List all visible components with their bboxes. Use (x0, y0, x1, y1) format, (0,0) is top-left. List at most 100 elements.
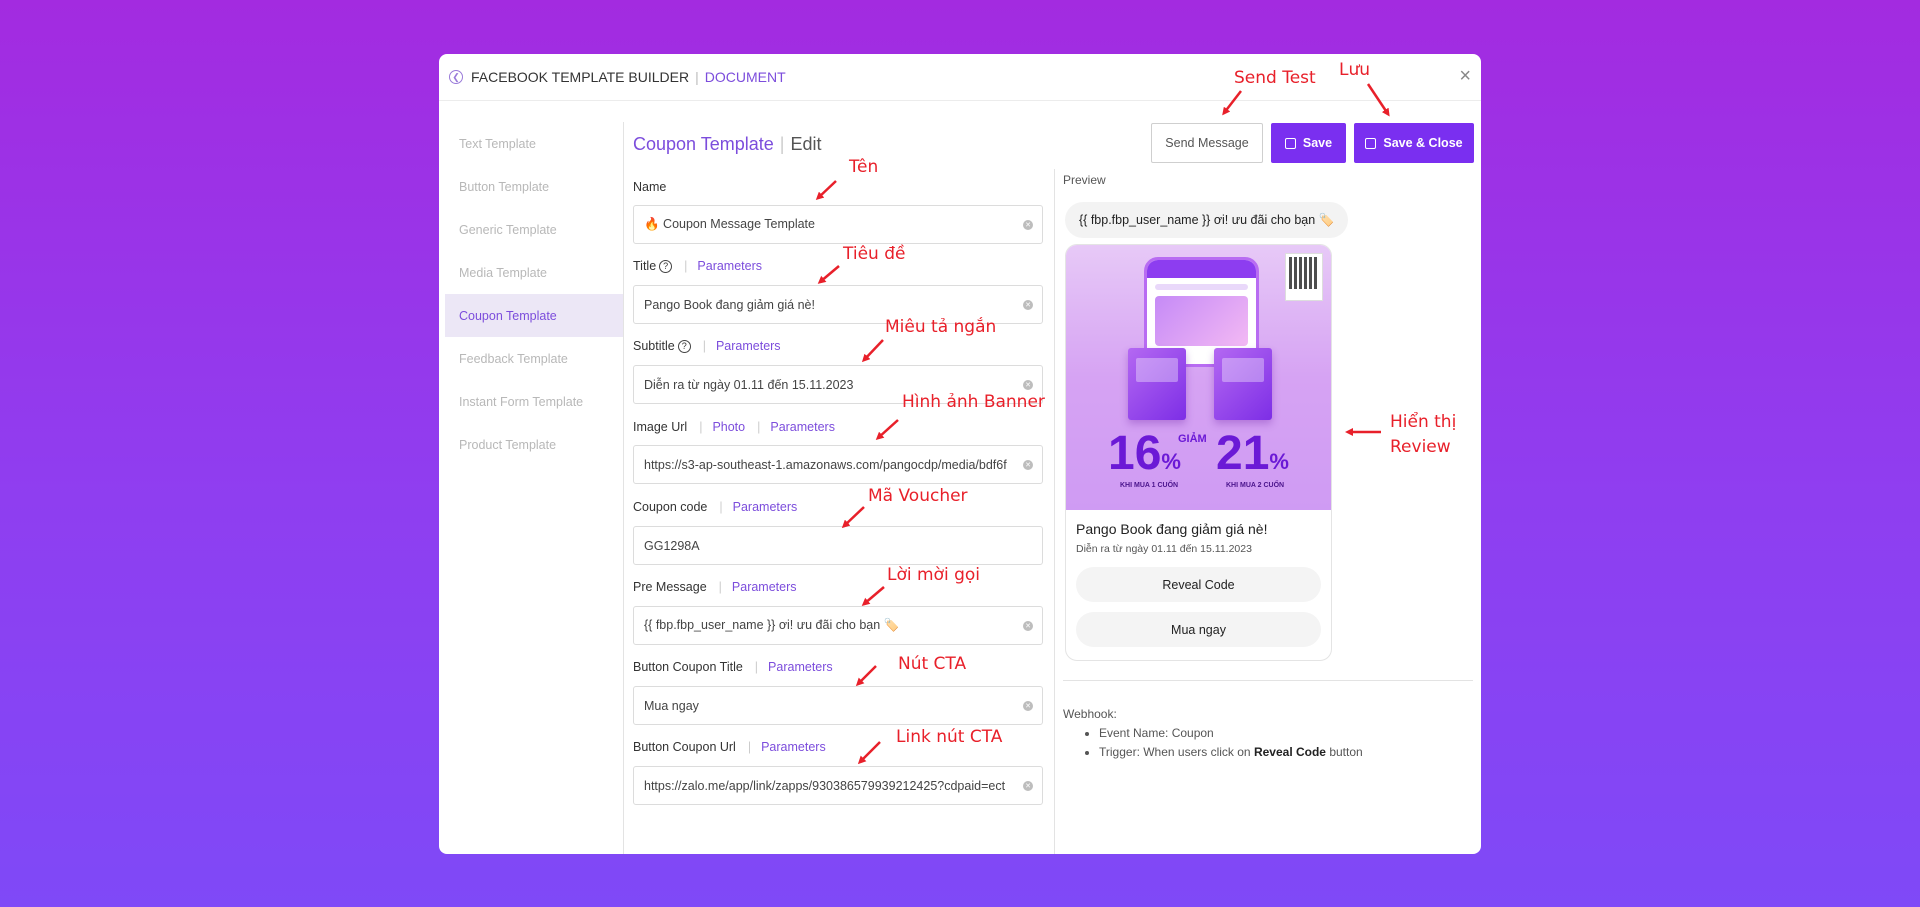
sidebar-item-text-template[interactable]: Text Template (445, 122, 623, 165)
banner-percent-1: 16% (1108, 430, 1181, 478)
coupon-code-parameters-link[interactable]: Parameters (733, 500, 798, 514)
name-label: Name (633, 180, 666, 194)
document-link[interactable]: DOCUMENT (705, 69, 786, 85)
sidebar-item-instant-form-template[interactable]: Instant Form Template (445, 380, 623, 423)
help-icon[interactable]: ? (659, 259, 673, 273)
subtitle-parameters-link[interactable]: Parameters (716, 339, 781, 353)
annotation-ma-voucher: Mã Voucher (868, 486, 968, 506)
label-separator: | (684, 259, 688, 273)
sidebar-item-coupon-template[interactable]: Coupon Template (445, 294, 623, 337)
image-url-label: Image Url | Photo | Parameters (633, 420, 835, 434)
percent-sign: % (1161, 449, 1181, 474)
button-coupon-title-parameters-link[interactable]: Parameters (768, 660, 833, 674)
clear-icon[interactable]: ✕ (1023, 621, 1033, 631)
coupon-code-input[interactable]: GG1298A (633, 526, 1043, 565)
pre-message-bubble: {{ fbp.fbp_user_name }} ơi! ưu đãi cho b… (1065, 202, 1349, 238)
clear-icon[interactable]: ✕ (1023, 460, 1033, 470)
annotation-luu: Lưu (1339, 60, 1371, 80)
webhook-trigger: Trigger: When users click on Reveal Code… (1099, 743, 1363, 762)
annotation-ten: Tên (849, 157, 879, 177)
annotation-review: Review (1390, 437, 1451, 457)
annotation-hien-thi: Hiển thị (1390, 412, 1457, 432)
coupon-preview-card: GIẢM 16% 21% KHI MUA 1 CUỐN KHI MUA 2 CU… (1065, 244, 1332, 661)
banner-percent-1-value: 16 (1108, 427, 1162, 480)
name-input[interactable]: 🔥 Coupon Message Template ✕ (633, 205, 1043, 244)
label-separator: | (754, 660, 759, 674)
title-parameters-link[interactable]: Parameters (697, 259, 762, 273)
save-icon (1365, 137, 1377, 149)
close-icon[interactable]: × (1459, 66, 1471, 86)
button-coupon-url-label-text: Button Coupon Url (633, 740, 736, 754)
annotation-mieu-ta: Miêu tả ngắn (885, 317, 997, 337)
image-url-value: https://s3-ap-southeast-1.amazonaws.com/… (644, 457, 1007, 472)
button-coupon-url-label: Button Coupon Url | Parameters (633, 740, 826, 754)
subtitle-value: Diễn ra từ ngày 01.11 đến 15.11.2023 (644, 377, 854, 392)
annotation-hinh-anh: Hình ảnh Banner (902, 392, 1045, 412)
trigger-suffix: button (1329, 745, 1363, 759)
annotation-link-cta: Link nút CTA (896, 727, 1003, 747)
modal-header: ❮ FACEBOOK TEMPLATE BUILDER | DOCUMENT × (439, 54, 1481, 101)
pre-message-value: {{ fbp.fbp_user_name }} ơi! ưu đãi cho b… (644, 618, 900, 632)
form-title-template: Coupon Template (633, 134, 774, 154)
header-title: FACEBOOK TEMPLATE BUILDER (471, 69, 690, 85)
save-close-button[interactable]: Save & Close (1354, 123, 1474, 163)
button-coupon-title-input[interactable]: Mua ngay ✕ (633, 686, 1043, 725)
mua-ngay-button[interactable]: Mua ngay (1076, 612, 1321, 647)
card-subtitle: Diễn ra từ ngày 01.11 đến 15.11.2023 (1076, 543, 1252, 555)
label-separator: | (719, 500, 723, 514)
book-cover (1214, 348, 1272, 420)
sidebar-item-generic-template[interactable]: Generic Template (445, 208, 623, 251)
preview-divider (1054, 169, 1055, 854)
pre-message-label: Pre Message | Parameters (633, 580, 797, 594)
save-button[interactable]: Save (1271, 123, 1346, 163)
clear-icon[interactable]: ✕ (1023, 380, 1033, 390)
image-url-input[interactable]: https://s3-ap-southeast-1.amazonaws.com/… (633, 445, 1043, 484)
image-url-parameters-link[interactable]: Parameters (770, 420, 835, 434)
help-icon[interactable]: ? (677, 339, 691, 353)
preview-label: Preview (1063, 173, 1106, 187)
label-separator: | (702, 339, 706, 353)
banner-giam: GIẢM (1178, 433, 1207, 445)
annotation-nut-cta: Nút CTA (898, 654, 967, 674)
name-value: 🔥 Coupon Message Template (644, 217, 815, 231)
sidebar-item-product-template[interactable]: Product Template (445, 423, 623, 466)
clear-icon[interactable]: ✕ (1023, 300, 1033, 310)
annotation-tieu-de: Tiêu đề (843, 244, 906, 264)
coupon-code-value: GG1298A (644, 538, 700, 553)
clear-icon[interactable]: ✕ (1023, 781, 1033, 791)
save-label: Save (1302, 136, 1333, 150)
photo-link[interactable]: Photo (712, 420, 745, 434)
button-coupon-title-label: Button Coupon Title | Parameters (633, 660, 833, 674)
subtitle-label-text: Subtitle (633, 339, 675, 353)
button-coupon-url-parameters-link[interactable]: Parameters (761, 740, 826, 754)
pre-message-input[interactable]: {{ fbp.fbp_user_name }} ơi! ưu đãi cho b… (633, 606, 1043, 645)
sidebar-item-feedback-template[interactable]: Feedback Template (445, 337, 623, 380)
banner-khi-2: KHI MUA 2 CUỐN (1226, 482, 1285, 489)
webhook-event: Event Name: Coupon (1099, 724, 1363, 743)
banner-khi-1: KHI MUA 1 CUỐN (1120, 482, 1179, 489)
trigger-prefix: Trigger: When users click on (1099, 745, 1251, 759)
sidebar-item-button-template[interactable]: Button Template (445, 165, 623, 208)
webhook-divider (1063, 680, 1473, 681)
webhook-label: Webhook: (1063, 707, 1117, 721)
webhook-list: Event Name: Coupon Trigger: When users c… (1099, 724, 1363, 762)
sidebar-divider (623, 122, 624, 854)
pre-message-parameters-link[interactable]: Parameters (732, 580, 797, 594)
back-icon[interactable]: ❮ (449, 70, 463, 84)
send-message-button[interactable]: Send Message (1151, 123, 1263, 163)
label-separator: | (747, 740, 752, 754)
sidebar-item-media-template[interactable]: Media Template (445, 251, 623, 294)
image-url-label-text: Image Url (633, 420, 688, 434)
button-coupon-url-input[interactable]: https://zalo.me/app/link/zapps/930386579… (633, 766, 1043, 805)
button-coupon-title-label-text: Button Coupon Title (633, 660, 743, 674)
clear-icon[interactable]: ✕ (1023, 701, 1033, 711)
banner-percent-2-value: 21 (1216, 427, 1270, 480)
subtitle-label: Subtitle? | Parameters (633, 339, 781, 353)
form-title-separator: | (779, 134, 785, 154)
form-title-mode: Edit (790, 134, 822, 154)
clear-icon[interactable]: ✕ (1023, 220, 1033, 230)
reveal-code-button[interactable]: Reveal Code (1076, 567, 1321, 602)
button-coupon-url-value: https://zalo.me/app/link/zapps/930386579… (644, 778, 1006, 793)
name-label-text: Name (633, 180, 667, 194)
banner-percent-2: 21% (1216, 430, 1289, 478)
